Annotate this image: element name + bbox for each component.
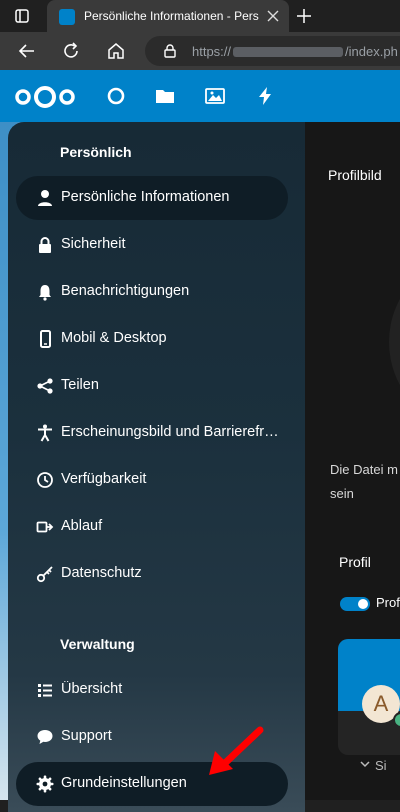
url-prefix: https:// [192,44,232,59]
user-icon [38,190,52,206]
lock-icon[interactable] [163,44,177,58]
accessibility-icon [38,424,52,442]
sidebar-item-flow[interactable]: Ablauf [16,505,288,549]
profile-picture-heading: Profilbild [328,167,382,183]
list-icon [38,684,52,697]
settings-sidebar: Persönlich Persönliche Informationen Sic… [8,122,305,812]
toggle-knob [358,599,368,609]
sidebar-item-label: Ablauf [61,518,103,534]
url-text[interactable]: https:// /index.ph [192,44,398,59]
profile-section-heading: Profil [339,554,371,570]
new-tab-icon[interactable] [296,8,312,24]
home-icon[interactable] [107,42,125,60]
chat-icon [37,730,53,744]
nextcloud-header [0,70,400,122]
bell-icon [39,285,51,301]
sidebar-item-appearance[interactable]: Erscheinungsbild und Barrierefreiheit [16,411,288,455]
share-icon [37,378,53,394]
sidebar-item-overview[interactable]: Übersicht [16,668,288,712]
folder-icon[interactable] [155,86,175,106]
sidebar-item-sharing[interactable]: Teilen [16,364,288,408]
gear-icon [36,775,54,793]
lock-icon [39,237,51,253]
info-line: Die Datei m [330,462,398,477]
profile-toggle-label: Profi [376,595,400,610]
sidebar-item-label: Verfügbarkeit [61,471,147,487]
tab-title: Persönliche Informationen - Persö [84,9,259,23]
sidebar-item-label: Sicherheit [61,236,126,252]
info-text: Die Datei m sein [330,458,400,506]
info-line: sein [330,486,354,501]
sidebar-item-availability[interactable]: Verfügbarkeit [16,458,288,502]
profile-picture-preview[interactable] [389,252,400,432]
sidebar-item-personal-info[interactable]: Persönliche Informationen [16,176,288,220]
url-suffix: /index.ph [345,44,398,59]
photos-icon[interactable] [205,86,225,106]
browser-tab[interactable]: Persönliche Informationen - Persö [47,0,289,32]
sidebar-item-label: Teilen [61,377,99,393]
sidebar-item-mobile-desktop[interactable]: Mobil & Desktop [16,317,288,361]
browser-toolbar: https:// /index.ph [0,32,400,70]
main-content: Profilbild Die Datei m sein Profil Profi… [305,122,400,800]
profile-toggle[interactable] [340,597,370,611]
sidebar-item-notifications[interactable]: Benachrichtigungen [16,270,288,314]
browser-tabstrip: Persönliche Informationen - Persö [0,0,400,32]
clock-icon [37,472,53,488]
back-icon[interactable] [18,42,36,60]
sidebar-item-label: Persönliche Informationen [61,189,230,205]
status-online-icon [393,712,400,728]
collapsed-section-label: Si [375,758,387,773]
url-redacted [233,47,344,57]
dashboard-icon[interactable] [106,86,126,106]
section-title-admin: Verwaltung [60,636,135,652]
sidebar-item-label: Übersicht [61,681,123,697]
nextcloud-favicon-icon [59,9,75,25]
activity-icon[interactable] [255,86,275,106]
sidebar-item-security[interactable]: Sicherheit [16,223,288,267]
annotation-arrow-icon [209,726,264,775]
sidebar-item-label: Mobil & Desktop [61,330,167,346]
sidebar-item-label: Benachrichtigungen [61,283,190,299]
section-title-personal: Persönlich [60,144,132,160]
sidebar-item-label: Erscheinungsbild und Barrierefreiheit [61,424,281,440]
key-icon [36,566,53,583]
sidebar-item-label: Datenschutz [61,565,142,581]
reload-icon[interactable] [62,42,80,60]
chevron-down-icon[interactable] [359,758,371,770]
close-icon[interactable] [267,10,279,22]
window-icon[interactable] [15,9,29,23]
flow-icon [36,521,54,533]
profile-card[interactable]: A [338,639,400,755]
nextcloud-logo[interactable] [14,84,76,110]
phone-icon [40,330,51,348]
sidebar-item-privacy[interactable]: Datenschutz [16,552,288,596]
address-bar[interactable]: https:// /index.ph [145,36,400,66]
